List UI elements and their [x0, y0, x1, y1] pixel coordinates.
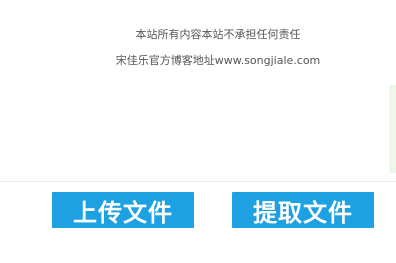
section-divider — [0, 181, 396, 182]
upload-file-button[interactable]: 上传文件 — [52, 192, 194, 228]
blog-address-text: 宋佳乐官方博客地址www.songjiale.com — [115, 54, 321, 67]
disclaimer-text: 本站所有内容本站不承担任何责任 — [135, 28, 301, 41]
side-panel-edge — [389, 85, 396, 173]
extract-file-button[interactable]: 提取文件 — [232, 192, 374, 228]
extract-file-button-label: 提取文件 — [253, 198, 353, 227]
upload-file-button-label: 上传文件 — [73, 198, 173, 227]
